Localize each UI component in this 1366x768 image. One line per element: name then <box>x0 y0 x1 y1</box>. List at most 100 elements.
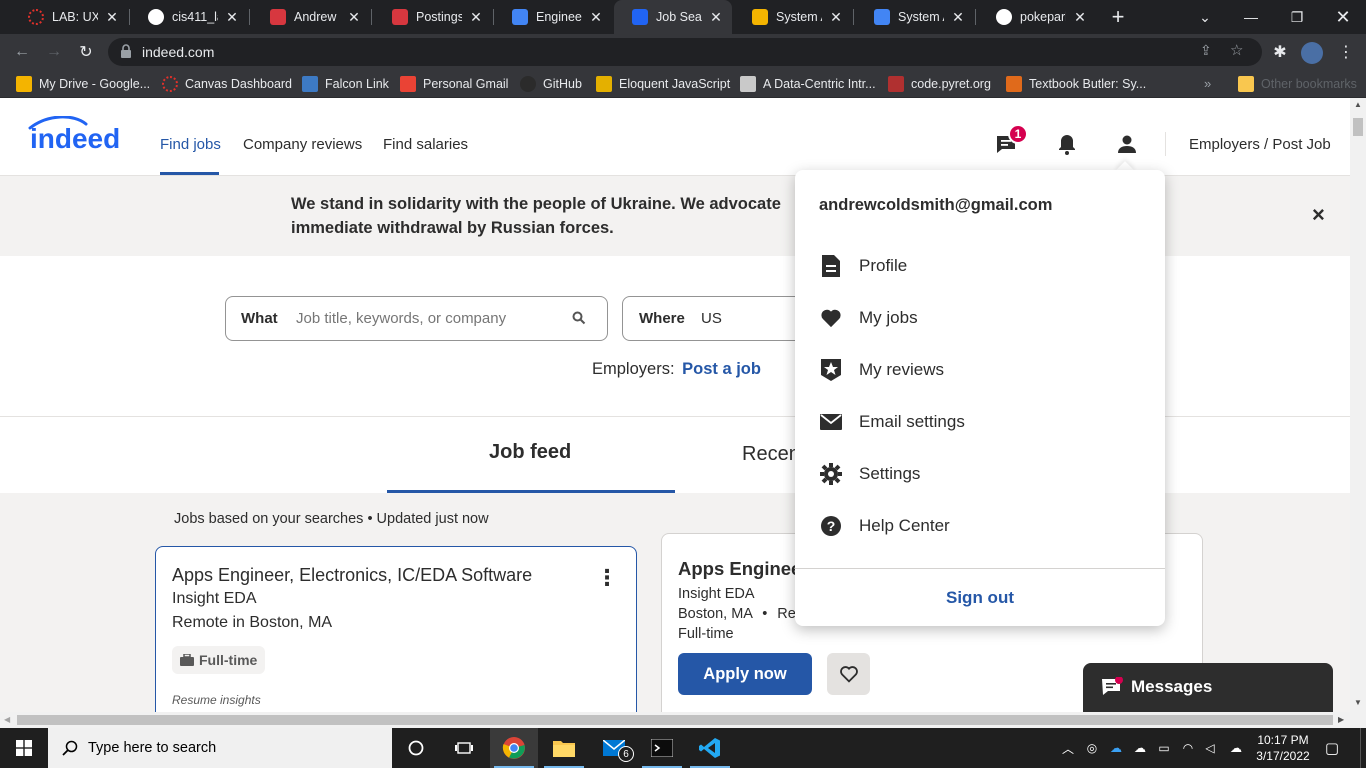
chrome-taskbar-icon[interactable] <box>490 728 538 768</box>
bookmark-item[interactable]: My Drive - Google... <box>16 75 150 93</box>
file-explorer-icon[interactable] <box>540 728 588 768</box>
menu-item-profile[interactable]: Profile <box>795 246 1165 286</box>
notifications-icon[interactable]: ▢ <box>1324 740 1340 757</box>
scroll-up-arrow[interactable]: ▲ <box>1354 100 1362 109</box>
tab-search-icon[interactable]: ⌄ <box>1182 0 1228 34</box>
windows-start-icon[interactable] <box>0 728 48 768</box>
cortana-icon[interactable] <box>392 728 440 768</box>
avatar[interactable] <box>1301 42 1323 64</box>
save-job-heart-button[interactable] <box>827 653 870 695</box>
onedrive-white-icon[interactable]: ☁ <box>1132 740 1148 756</box>
preview-company: Insight EDA <box>678 586 755 602</box>
h-scroll-thumb[interactable] <box>17 715 1333 725</box>
browser-tab[interactable]: Job Search ✕ <box>614 0 732 34</box>
wifi-icon[interactable]: ◠ <box>1180 740 1196 756</box>
meet-now-icon[interactable]: ◎ <box>1084 740 1100 756</box>
share-icon[interactable]: ⇪ <box>1200 42 1212 59</box>
close-tab-icon[interactable]: ✕ <box>950 9 966 25</box>
onedrive-blue-icon[interactable]: ☁ <box>1108 740 1124 756</box>
bookmark-item[interactable]: Canvas Dashboard <box>162 75 292 93</box>
other-bookmarks[interactable]: Other bookmarks <box>1238 75 1357 93</box>
cloud-sync-icon[interactable]: ☁ <box>1228 740 1244 756</box>
forward-icon[interactable]: → <box>42 40 66 64</box>
nav-company-reviews[interactable]: Company reviews <box>243 136 362 153</box>
job-options-kebab-icon[interactable]: ⋮ <box>596 565 618 591</box>
browser-tab[interactable]: cis411_lab ✕ <box>130 0 248 34</box>
battery-icon[interactable]: ▭ <box>1156 740 1172 756</box>
browser-tab[interactable]: System An ✕ <box>734 0 852 34</box>
vertical-scrollbar[interactable]: ▲ ▼ <box>1350 98 1366 712</box>
close-tab-icon[interactable]: ✕ <box>104 9 120 25</box>
new-tab-button[interactable]: + <box>1106 4 1130 29</box>
browser-tab[interactable]: Postings | ✕ <box>374 0 492 34</box>
menu-item-my-jobs[interactable]: My jobs <box>795 298 1165 338</box>
reload-icon[interactable]: ↻ <box>74 40 98 64</box>
menu-item-help-center[interactable]: ? Help Center <box>795 506 1165 546</box>
menu-item-settings[interactable]: Settings <box>795 454 1165 494</box>
tab-recent-searches[interactable]: Recen <box>742 443 800 466</box>
bookmark-item[interactable]: A Data-Centric Intr... <box>740 75 876 93</box>
account-person-icon[interactable] <box>1115 132 1139 156</box>
back-icon[interactable]: ← <box>10 40 34 64</box>
employers-post-job-link[interactable]: Employers / Post Job <box>1189 136 1331 153</box>
close-tab-icon[interactable]: ✕ <box>828 9 844 25</box>
browser-tab[interactable]: Engineerin ✕ <box>494 0 612 34</box>
menu-kebab-icon[interactable]: ⋮ <box>1334 40 1358 64</box>
scroll-left-arrow[interactable]: ◀ <box>4 715 10 724</box>
close-tab-icon[interactable]: ✕ <box>708 9 724 25</box>
extensions-icon[interactable]: ✱ <box>1268 40 1292 64</box>
bookmark-item[interactable]: code.pyret.org <box>888 75 991 93</box>
bookmark-item[interactable]: Personal Gmail <box>400 75 508 93</box>
taskbar-search[interactable]: Type here to search <box>48 728 392 768</box>
address-bar[interactable]: indeed.com ⇪ ☆ <box>108 38 1262 66</box>
bookmarks-overflow-icon[interactable]: » <box>1204 76 1211 91</box>
minimize-icon[interactable]: — <box>1228 0 1274 34</box>
browser-tab[interactable]: LAB: UX/UI ✕ <box>10 0 128 34</box>
what-search-box[interactable]: What Job title, keywords, or company <box>225 296 608 341</box>
menu-item-email-settings[interactable]: Email settings <box>795 402 1165 442</box>
scroll-down-arrow[interactable]: ▼ <box>1354 698 1362 707</box>
messages-widget[interactable]: Messages <box>1083 663 1333 712</box>
bookmark-item[interactable]: GitHub <box>520 75 582 93</box>
bookmark-item[interactable]: Eloquent JavaScript <box>596 75 730 93</box>
close-window-icon[interactable]: ✕ <box>1320 0 1366 34</box>
scroll-right-arrow[interactable]: ▶ <box>1338 715 1344 724</box>
notifications-bell-icon[interactable] <box>1055 132 1079 156</box>
volume-icon[interactable]: ◁ <box>1202 740 1218 756</box>
tray-chevron-icon[interactable]: ︿ <box>1060 740 1076 756</box>
job-card[interactable]: Apps Engineer, Electronics, IC/EDA Softw… <box>155 546 637 712</box>
bookmark-star-icon[interactable]: ☆ <box>1230 41 1243 59</box>
indeed-logo[interactable]: indeed <box>28 115 134 157</box>
where-search-box[interactable]: Where US <box>622 296 812 341</box>
browser-tab[interactable]: Andrew Co ✕ <box>252 0 370 34</box>
nav-find-jobs[interactable]: Find jobs <box>160 136 221 153</box>
bookmark-item[interactable]: Falcon Link <box>302 75 389 93</box>
sign-out-button[interactable]: Sign out <box>795 588 1165 608</box>
bookmark-item[interactable]: Textbook Butler: Sy... <box>1006 75 1146 93</box>
where-input[interactable]: US <box>701 310 722 327</box>
nav-find-salaries[interactable]: Find salaries <box>383 136 468 153</box>
browser-tab[interactable]: pokepark ✕ <box>978 0 1096 34</box>
tab-job-feed[interactable]: Job feed <box>489 441 571 464</box>
close-tab-icon[interactable]: ✕ <box>588 9 604 25</box>
banner-close-icon[interactable]: × <box>1312 202 1325 228</box>
apply-now-button[interactable]: Apply now <box>678 653 812 695</box>
terminal-icon[interactable] <box>638 728 686 768</box>
restore-icon[interactable]: ❐ <box>1274 0 1320 34</box>
clock[interactable]: 10:17 PM 3/17/2022 <box>1252 732 1314 764</box>
scroll-thumb[interactable] <box>1353 118 1363 136</box>
show-desktop[interactable] <box>1360 728 1366 768</box>
menu-item-my-reviews[interactable]: My reviews <box>795 350 1165 390</box>
what-input[interactable]: Job title, keywords, or company <box>296 310 506 327</box>
task-view-icon[interactable] <box>440 728 488 768</box>
close-tab-icon[interactable]: ✕ <box>346 9 362 25</box>
job-title[interactable]: Apps Engineer, Electronics, IC/EDA Softw… <box>172 565 532 586</box>
close-tab-icon[interactable]: ✕ <box>468 9 484 25</box>
post-a-job-link[interactable]: Post a job <box>682 360 761 378</box>
mail-icon[interactable]: 6 <box>590 728 638 768</box>
vscode-icon[interactable] <box>686 728 734 768</box>
horizontal-scrollbar[interactable]: ◀ ▶ <box>0 712 1366 728</box>
browser-tab[interactable]: System An ✕ <box>856 0 974 34</box>
close-tab-icon[interactable]: ✕ <box>224 9 240 25</box>
close-tab-icon[interactable]: ✕ <box>1072 9 1088 25</box>
